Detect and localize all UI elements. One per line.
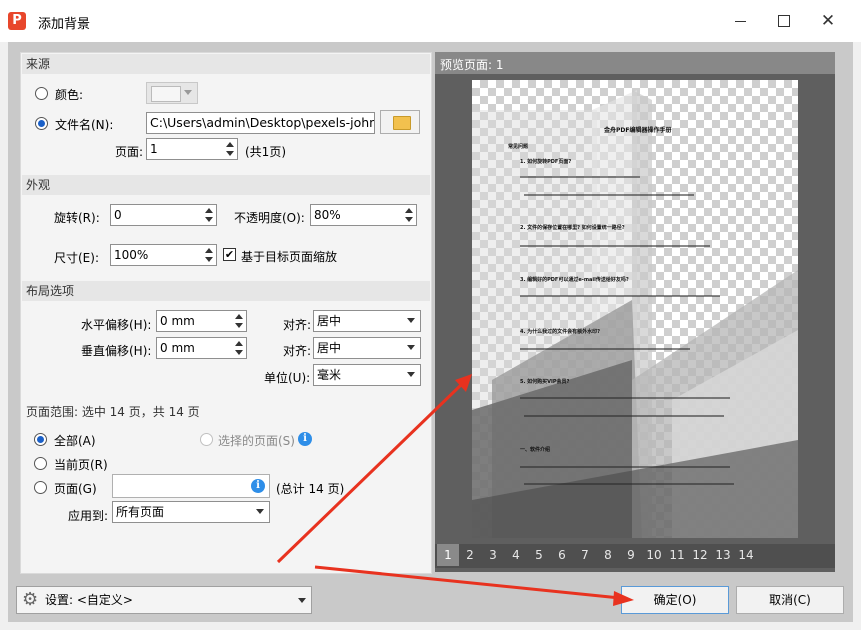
annotation-arrows (276, 374, 634, 606)
annotation-arrow-head (613, 591, 634, 606)
annotation-arrow (276, 382, 464, 564)
annotation-arrow (314, 565, 621, 600)
